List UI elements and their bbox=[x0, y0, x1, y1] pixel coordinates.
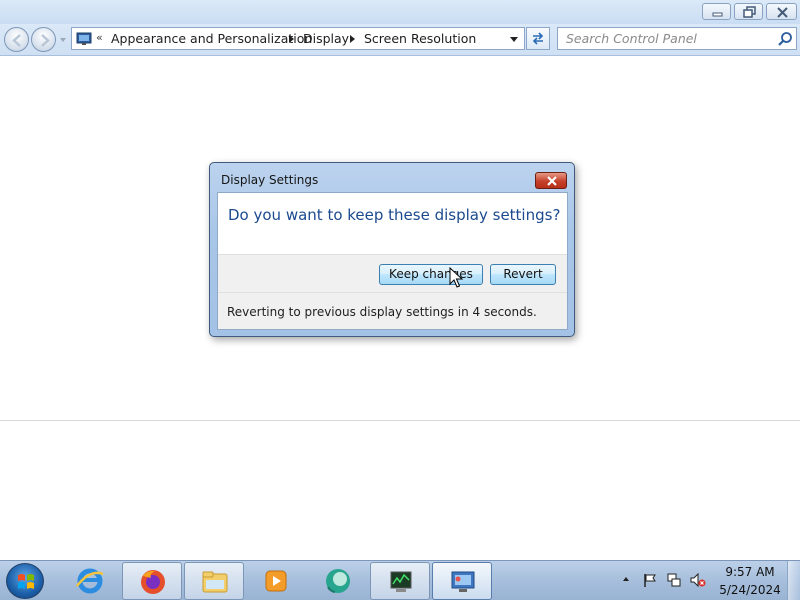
dialog-body: Do you want to keep these display settin… bbox=[217, 192, 568, 330]
back-arrow-icon bbox=[12, 34, 21, 47]
clock-date[interactable]: 5/24/2024 bbox=[712, 583, 788, 597]
mouse-cursor-icon bbox=[449, 267, 463, 288]
clock-time[interactable]: 9:57 AM bbox=[712, 565, 788, 579]
taskbar-internet-explorer[interactable] bbox=[60, 562, 120, 600]
breadcrumb-separator-arrow-icon[interactable] bbox=[350, 35, 355, 43]
taskbar-firefox[interactable] bbox=[122, 562, 182, 600]
search-input[interactable] bbox=[558, 28, 772, 49]
taskbar-chat-app[interactable] bbox=[308, 562, 368, 600]
breadcrumb-overflow-chevron[interactable]: « bbox=[96, 31, 103, 44]
dialog-close-button[interactable] bbox=[535, 172, 567, 189]
breadcrumb-appearance-and-personalization[interactable]: Appearance and Personalization bbox=[111, 31, 312, 46]
refresh-button[interactable] bbox=[526, 27, 550, 50]
address-bar[interactable]: « Appearance and Personalization Display… bbox=[71, 27, 525, 50]
close-icon bbox=[777, 7, 788, 18]
file-explorer-icon bbox=[202, 571, 228, 593]
show-hidden-icons-icon[interactable] bbox=[622, 575, 630, 583]
control-panel-icon bbox=[76, 32, 92, 45]
dialog-footer: Reverting to previous display settings i… bbox=[218, 292, 567, 329]
dialog-title: Display Settings bbox=[221, 173, 319, 187]
navigation-bar: « Appearance and Personalization Display… bbox=[0, 24, 800, 56]
window-titlebar bbox=[0, 0, 800, 24]
restore-button[interactable] bbox=[734, 3, 763, 20]
refresh-icon bbox=[532, 32, 544, 45]
breadcrumb-screen-resolution[interactable]: Screen Resolution bbox=[364, 31, 476, 46]
restore-icon bbox=[743, 6, 756, 18]
dialog-question: Do you want to keep these display settin… bbox=[228, 206, 561, 224]
keep-changes-button[interactable]: Keep changes bbox=[379, 264, 483, 285]
minimize-icon bbox=[712, 12, 723, 17]
task-manager-icon bbox=[390, 571, 412, 592]
recent-pages-dropdown-icon[interactable] bbox=[59, 36, 67, 44]
taskbar-control-panel[interactable] bbox=[432, 562, 492, 600]
search-box[interactable] bbox=[557, 27, 797, 50]
dialog-button-area: Keep changes Revert bbox=[218, 254, 567, 292]
chat-app-icon bbox=[326, 569, 350, 593]
back-button[interactable] bbox=[4, 27, 29, 52]
volume-muted-icon[interactable] bbox=[690, 572, 706, 588]
media-player-icon bbox=[265, 570, 287, 592]
breadcrumb-separator-arrow-icon[interactable] bbox=[289, 35, 294, 43]
revert-countdown-text: Reverting to previous display settings i… bbox=[227, 305, 537, 319]
search-icon[interactable] bbox=[777, 31, 793, 47]
forward-arrow-icon bbox=[41, 34, 50, 47]
breadcrumb-display[interactable]: Display bbox=[303, 31, 349, 46]
forward-button[interactable] bbox=[31, 27, 56, 52]
address-dropdown-icon[interactable] bbox=[506, 31, 522, 47]
content-divider bbox=[0, 420, 800, 421]
minimize-button[interactable] bbox=[702, 3, 731, 20]
display-settings-dialog: Display Settings Do you want to keep the… bbox=[209, 162, 575, 337]
close-icon bbox=[547, 176, 557, 186]
show-desktop-button[interactable] bbox=[787, 561, 800, 600]
firefox-icon bbox=[141, 570, 165, 594]
start-button[interactable] bbox=[6, 563, 44, 599]
window-close-button[interactable] bbox=[766, 3, 797, 20]
action-center-flag-icon[interactable] bbox=[642, 572, 658, 588]
taskbar-task-manager[interactable] bbox=[370, 562, 430, 600]
control-panel-icon bbox=[451, 571, 475, 592]
windows-start-icon bbox=[18, 574, 34, 589]
taskbar-media-player[interactable] bbox=[246, 562, 306, 600]
internet-explorer-icon bbox=[76, 568, 104, 594]
taskbar-file-explorer[interactable] bbox=[184, 562, 244, 600]
revert-button[interactable]: Revert bbox=[490, 264, 556, 285]
network-icon[interactable] bbox=[666, 572, 682, 588]
